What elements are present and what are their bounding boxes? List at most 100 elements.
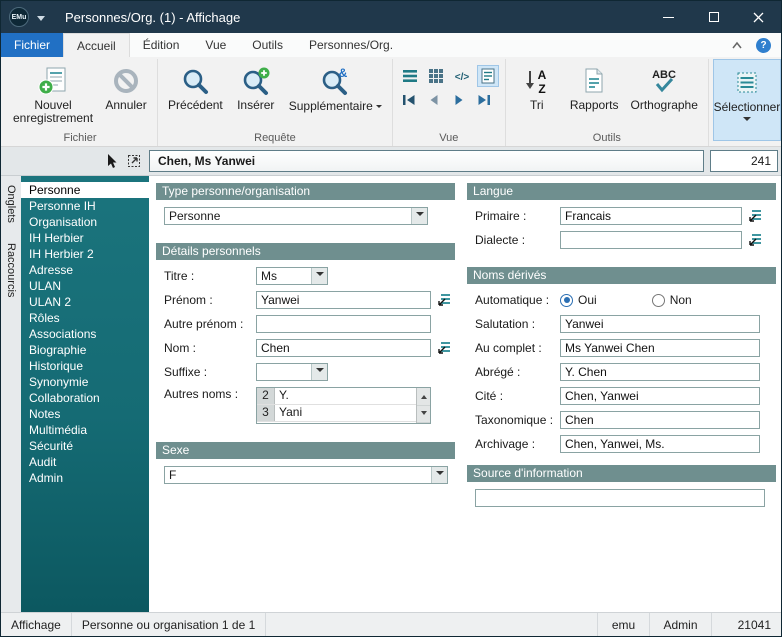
select-button[interactable]: Sélectionner (713, 59, 781, 141)
minimize-button[interactable] (646, 1, 691, 33)
sidebar-tab-onglets[interactable]: Onglets (5, 182, 17, 226)
dialecte-field[interactable] (560, 231, 742, 249)
suffixe-combo[interactable] (256, 363, 328, 381)
chevron-down-icon[interactable] (431, 467, 447, 483)
nav-next-icon[interactable] (449, 91, 470, 109)
titre-combo[interactable]: Ms (256, 267, 328, 285)
search-previous-button[interactable]: Précédent (162, 61, 229, 131)
help-icon[interactable]: ? (756, 38, 771, 53)
ribbon-collapse-icon[interactable] (730, 40, 744, 50)
auto-non-radio[interactable] (652, 294, 665, 307)
nav-previous-icon[interactable] (424, 91, 445, 109)
nav-last-icon[interactable] (474, 91, 495, 109)
sidebar-item-collaboration[interactable]: Collaboration (21, 390, 149, 406)
sidebar-item-synonymie[interactable]: Synonymie (21, 374, 149, 390)
sidebar-item-adresse[interactable]: Adresse (21, 262, 149, 278)
new-record-button[interactable]: Nouvel enregistrement (7, 61, 99, 131)
nav-first-icon[interactable] (399, 91, 420, 109)
salutation-field[interactable] (560, 315, 760, 333)
sidebar: Onglets Raccourcis Personne Personne IH … (1, 176, 149, 612)
search-additional-button[interactable]: & Supplémentaire (283, 61, 388, 131)
taxonomique-field[interactable] (560, 411, 760, 429)
chevron-down-icon[interactable] (411, 208, 427, 224)
view-page-icon[interactable] (477, 65, 499, 87)
tab-vue[interactable]: Vue (192, 33, 239, 57)
archivage-field[interactable] (560, 435, 760, 453)
chevron-down-icon[interactable] (311, 364, 327, 380)
sidebar-item-ih-herbier-2[interactable]: IH Herbier 2 (21, 246, 149, 262)
abrege-field[interactable] (560, 363, 760, 381)
quick-access-caret-icon[interactable] (37, 16, 45, 25)
sort-icon: A Z (522, 64, 552, 98)
reports-button[interactable]: Rapports (564, 61, 625, 131)
autre-prenom-field[interactable] (256, 315, 431, 333)
sidebar-item-personne[interactable]: Personne (21, 182, 149, 198)
tab-accueil[interactable]: Accueil (63, 33, 130, 57)
expand-selection-icon[interactable] (126, 153, 142, 169)
suffixe-label: Suffixe : (164, 365, 256, 379)
autres-noms-label: Autres noms : (164, 387, 256, 401)
tab-personnes-org[interactable]: Personnes/Org. (296, 33, 406, 57)
sort-button[interactable]: A Z Tri (510, 61, 564, 131)
primaire-field[interactable] (560, 207, 742, 225)
scroll-down-icon[interactable] (417, 406, 430, 424)
spellcheck-button[interactable]: ABC Orthographe (625, 61, 704, 131)
chevron-down-icon[interactable] (311, 268, 327, 284)
abrege-label: Abrégé : (475, 365, 560, 379)
sidebar-item-ulan-2[interactable]: ULAN 2 (21, 294, 149, 310)
sexe-combo[interactable]: F (164, 466, 448, 484)
view-grid-icon[interactable] (425, 65, 447, 87)
sidebar-item-ih-herbier[interactable]: IH Herbier (21, 230, 149, 246)
sidebar-item-roles[interactable]: Rôles (21, 310, 149, 326)
form-right-column: Langue Primaire : Dialecte : (467, 183, 776, 612)
sidebar-item-biographie[interactable]: Biographie (21, 342, 149, 358)
tab-outils[interactable]: Outils (239, 33, 296, 57)
sidebar-item-securite[interactable]: Sécurité (21, 438, 149, 454)
tab-edition[interactable]: Édition (130, 33, 193, 57)
grid-scrollbar[interactable] (416, 388, 430, 423)
pointer-icon[interactable] (103, 153, 119, 169)
lookup-icon[interactable] (436, 292, 453, 308)
nom-field[interactable] (256, 339, 431, 357)
scroll-up-icon[interactable] (417, 388, 430, 406)
lookup-icon[interactable] (747, 208, 764, 224)
complet-field[interactable] (560, 339, 760, 357)
sidebar-item-ulan[interactable]: ULAN (21, 278, 149, 294)
sidebar-item-associations[interactable]: Associations (21, 326, 149, 342)
autres-noms-row[interactable]: 2 Y. (257, 388, 416, 405)
sidebar-item-organisation[interactable]: Organisation (21, 214, 149, 230)
prenom-field[interactable] (256, 291, 431, 309)
view-list-icon[interactable] (399, 65, 421, 87)
sidebar-item-multimedia[interactable]: Multimédia (21, 422, 149, 438)
sidebar-item-notes[interactable]: Notes (21, 406, 149, 422)
sidebar-item-audit[interactable]: Audit (21, 454, 149, 470)
select-label: Sélectionner (714, 101, 781, 114)
record-summary-bar: Chen, Ms Yanwei (149, 150, 704, 172)
lookup-icon[interactable] (747, 232, 764, 248)
auto-oui-radio[interactable] (560, 294, 573, 307)
sidebar-item-historique[interactable]: Historique (21, 358, 149, 374)
close-button[interactable] (736, 1, 781, 33)
view-code-icon[interactable]: </> (451, 65, 473, 87)
autres-noms-row[interactable]: 3 Yani (257, 405, 416, 422)
nom-label: Nom : (164, 341, 256, 355)
lookup-icon[interactable] (436, 340, 453, 356)
cancel-button[interactable]: Annuler (99, 61, 153, 131)
tab-fichier[interactable]: Fichier (1, 33, 63, 57)
spellcheck-label: Orthographe (631, 99, 698, 112)
sidebar-item-admin[interactable]: Admin (21, 470, 149, 486)
ribbon-group-requete: Précédent Insérer (158, 59, 393, 146)
emu-logo-icon: EMu (9, 7, 29, 27)
type-person-combo[interactable]: Personne (164, 207, 428, 225)
sidebar-item-personne-ih[interactable]: Personne IH (21, 198, 149, 214)
salutation-label: Salutation : (475, 317, 560, 331)
titre-value: Ms (257, 268, 311, 284)
autres-noms-grid[interactable]: 2 Y. 3 Yani (256, 387, 431, 424)
maximize-button[interactable] (691, 1, 736, 33)
source-field[interactable] (475, 489, 765, 507)
search-insert-button[interactable]: Insérer (229, 61, 283, 131)
taxonomique-label: Taxonomique : (475, 413, 560, 427)
cite-field[interactable] (560, 387, 760, 405)
sidebar-tab-raccourcis[interactable]: Raccourcis (5, 240, 17, 300)
chevron-down-icon (743, 117, 751, 125)
